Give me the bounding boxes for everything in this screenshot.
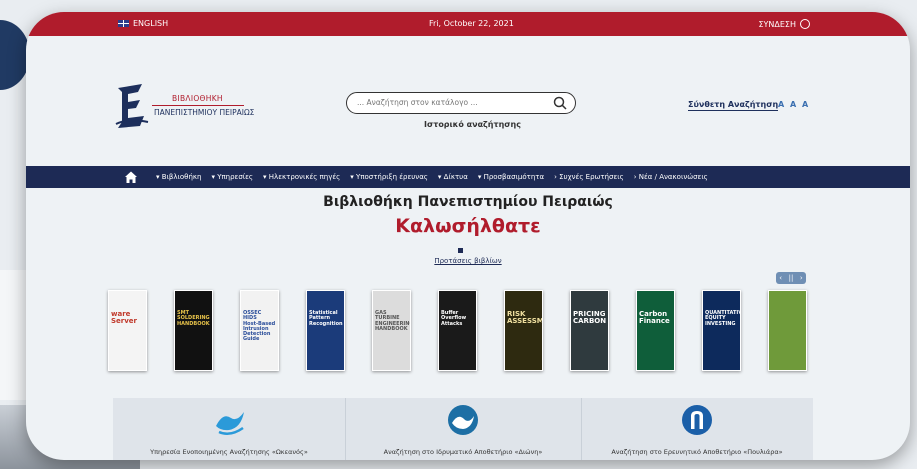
book-cover[interactable]: QUANTITATIVE EQUITY INVESTING <box>702 290 741 371</box>
font-size-medium-button[interactable]: A <box>790 100 796 109</box>
library-logo[interactable]: ΒΙΒΛΙΟΘΗΚΗ ΠΑΝΕΠΙΣΤΗΜΙΟΥ ΠΕΙΡΑΙΩΣ <box>114 82 264 132</box>
book-cover[interactable]: OSSEC HIDS Host-Based Intrusion Detectio… <box>240 290 279 371</box>
service-repository[interactable]: Αναζήτηση στο Ερευνητικό Αποθετήριο «Που… <box>581 398 813 460</box>
nav-item-research-support[interactable]: ▾ Υποστήριξη έρευνας <box>350 173 428 181</box>
book-cover-title: RISK ASSESSMENT <box>507 310 543 326</box>
nav-item-faq[interactable]: › Συχνές Ερωτήσεις <box>554 173 624 181</box>
advanced-search-link[interactable]: Σύνθετη Αναζήτηση <box>688 100 779 111</box>
book-cover[interactable]: Carbon Finance <box>636 290 675 371</box>
user-icon <box>800 19 810 29</box>
language-switch[interactable]: ENGLISH <box>118 19 168 28</box>
book-cover-title: QUANTITATIVE EQUITY INVESTING <box>705 310 740 327</box>
book-cover[interactable]: ware Server <box>108 290 147 371</box>
login-label: ΣΥΝΔΕΣΗ <box>758 19 796 29</box>
book-cover-title: SMT SOLDERING HANDBOOK <box>177 310 210 327</box>
service-okeanos[interactable]: Υπηρεσία Ενοποιημένης Αναζήτησης «Ωκεανό… <box>113 398 346 460</box>
search-history-link[interactable]: Ιστορικό αναζήτησης <box>424 120 521 129</box>
bookmark-icon <box>458 248 463 253</box>
carousel-pause-button[interactable]: || <box>789 274 794 282</box>
book-cover[interactable]: PRICING CARBON <box>570 290 609 371</box>
nav-item-accessibility[interactable]: ▾ Προσβασιμότητα <box>478 173 544 181</box>
book-carousel: ware Server SMT SOLDERING HANDBOOK OSSEC H… <box>108 290 828 375</box>
book-cover-title <box>769 309 806 313</box>
current-date: Fri, October 22, 2021 <box>429 19 514 28</box>
service-label: Υπηρεσία Ενοποιημένης Αναζήτησης «Ωκεανό… <box>150 448 308 456</box>
nav-item-networks[interactable]: ▾ Δίκτυα <box>438 173 468 181</box>
services-panel: Υπηρεσία Ενοποιημένης Αναζήτησης «Ωκεανό… <box>113 398 813 460</box>
nav-item-services[interactable]: ▾ Υπηρεσίες <box>211 173 253 181</box>
service-label: Αναζήτηση στο Ιδρυματικό Αποθετήριο «Διώ… <box>383 448 543 456</box>
book-cover-title: OSSEC HIDS Host-Based Intrusion Detectio… <box>243 310 276 343</box>
nav-menu: ▾ Βιβλιοθήκη ▾ Υπηρεσίες ▾ Ηλεκτρονικές … <box>156 173 708 181</box>
book-cover[interactable]: SMT SOLDERING HANDBOOK <box>174 290 213 371</box>
logo-icon <box>115 84 149 128</box>
browser-window: ENGLISH Fri, October 22, 2021 ΣΥΝΔΕΣΗ ΒΙ… <box>26 12 910 460</box>
uk-flag-icon <box>118 20 129 27</box>
font-size-large-button[interactable]: A <box>802 100 808 109</box>
carousel-prev-button[interactable]: ‹ <box>779 274 782 282</box>
carousel-next-button[interactable]: › <box>800 274 803 282</box>
book-cover[interactable]: GAS TURBINE ENGINEERING HANDBOOK <box>372 290 411 371</box>
logo-divider <box>152 105 244 106</box>
carousel-controls: ‹ || › <box>776 272 806 284</box>
nav-item-news[interactable]: › Νέα / Ανακοινώσεις <box>634 173 708 181</box>
service-label: Αναζήτηση στο Ερευνητικό Αποθετήριο «Που… <box>611 448 783 456</box>
dione-icon <box>448 405 478 435</box>
ocean-wave-icon <box>216 412 244 436</box>
top-bar: ENGLISH Fri, October 22, 2021 ΣΥΝΔΕΣΗ <box>26 12 910 36</box>
main-navigation: ▾ Βιβλιοθήκη ▾ Υπηρεσίες ▾ Ηλεκτρονικές … <box>26 166 910 188</box>
book-cover-title: Statistical Pattern Recognition <box>309 310 343 327</box>
book-suggestions-label[interactable]: Προτάσεις βιβλίων <box>434 257 501 265</box>
book-cover-title: Buffer Overflow Attacks <box>441 310 467 327</box>
book-cover[interactable]: Buffer Overflow Attacks <box>438 290 477 371</box>
logo-text-line1: ΒΙΒΛΙΟΘΗΚΗ <box>172 94 223 103</box>
book-cover-title: Carbon Finance <box>639 310 670 326</box>
home-icon[interactable] <box>124 170 138 184</box>
login-link[interactable]: ΣΥΝΔΕΣΗ <box>758 19 810 29</box>
catalog-search-box <box>346 92 576 114</box>
search-icon[interactable] <box>553 96 567 110</box>
book-suggestions-link: Προτάσεις βιβλίων <box>26 257 910 265</box>
language-label: ENGLISH <box>133 19 169 28</box>
book-cover-title: PRICING CARBON <box>573 310 607 326</box>
catalog-search-input[interactable] <box>355 97 549 108</box>
book-cover[interactable] <box>768 290 807 371</box>
book-cover-title: ware Server <box>111 310 138 326</box>
nav-item-e-resources[interactable]: ▾ Ηλεκτρονικές πηγές <box>263 173 340 181</box>
service-dione[interactable]: Αναζήτηση στο Ιδρυματικό Αποθετήριο «Διώ… <box>345 398 582 460</box>
welcome-heading: Καλωσήλθατε <box>395 215 541 237</box>
logo-text-line2: ΠΑΝΕΠΙΣΤΗΜΙΟΥ ΠΕΙΡΑΙΩΣ <box>154 108 255 117</box>
book-cover[interactable]: Statistical Pattern Recognition <box>306 290 345 371</box>
font-size-small-button[interactable]: A <box>778 100 784 109</box>
page-title: Βιβλιοθήκη Πανεπιστημίου Πειραιώς <box>323 194 613 210</box>
repository-icon <box>682 405 712 435</box>
nav-item-library[interactable]: ▾ Βιβλιοθήκη <box>156 173 201 181</box>
book-cover[interactable]: RISK ASSESSMENT <box>504 290 543 371</box>
book-cover-title: GAS TURBINE ENGINEERING HANDBOOK <box>375 310 411 332</box>
